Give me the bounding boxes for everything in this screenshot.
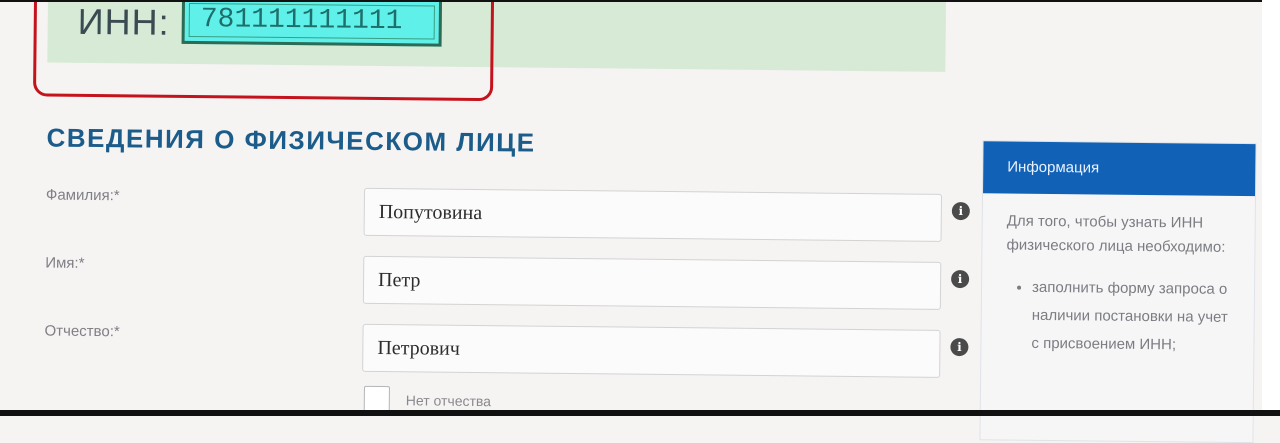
patronymic-field[interactable]: Петрович (362, 323, 941, 378)
info-list: заполнить форму запроса о наличии постан… (1005, 274, 1236, 360)
highlight-outline (32, 0, 495, 102)
photo-frame-bottom (0, 410, 1280, 416)
info-icon[interactable]: i (951, 201, 970, 221)
info-list-item: заполнить форму запроса о наличии постан… (1031, 274, 1236, 360)
info-intro: Для того, чтобы узнать ИНН физического л… (1006, 212, 1226, 256)
info-icon[interactable]: i (951, 269, 970, 289)
photo-frame-top (0, 0, 1280, 2)
name-field[interactable]: Петр (362, 255, 942, 310)
screen: ИНН: 781111111111 СВЕДЕНИЯ О ФИЗИЧЕСКОМ … (0, 0, 1280, 443)
no-patronymic-checkbox[interactable] (363, 385, 390, 413)
info-icon[interactable]: i (950, 337, 969, 357)
name-label: Имя:* (45, 254, 85, 272)
photo-frame-right (1262, 0, 1280, 416)
info-panel: Информация Для того, чтобы узнать ИНН фи… (979, 140, 1257, 443)
info-panel-header: Информация (983, 141, 1256, 197)
surname-label: Фамилия:* (45, 186, 120, 205)
section-title: СВЕДЕНИЯ О ФИЗИЧЕСКОМ ЛИЦЕ (46, 122, 536, 158)
no-patronymic-label: Нет отчества (405, 392, 492, 410)
info-panel-body: Для того, чтобы узнать ИНН физического л… (981, 193, 1255, 360)
surname-field[interactable]: Попутовина (363, 187, 943, 242)
patronymic-label: Отчество:* (44, 322, 120, 341)
